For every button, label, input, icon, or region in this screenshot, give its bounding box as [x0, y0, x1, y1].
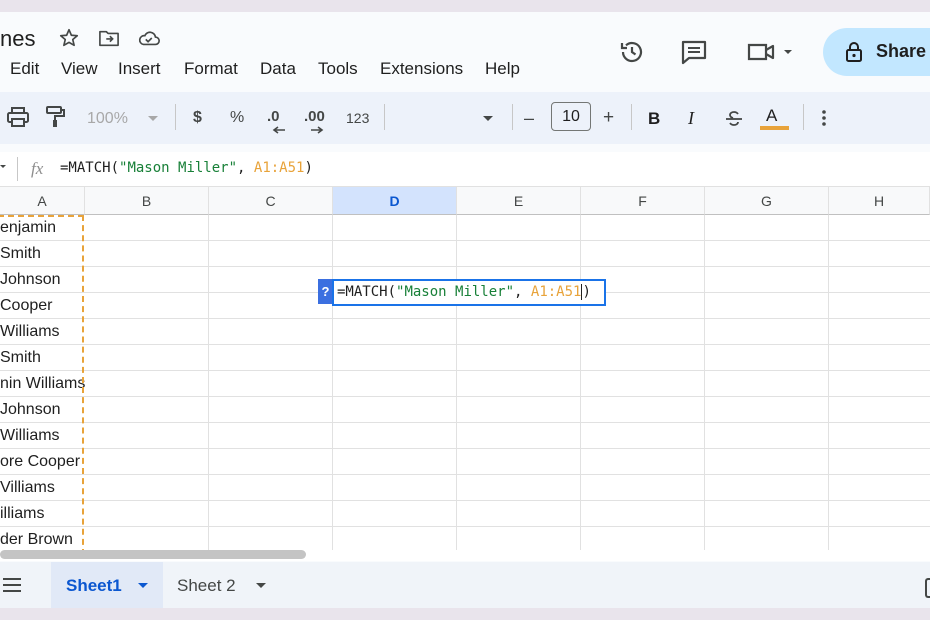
column-header-b[interactable]: B: [85, 187, 209, 215]
editor-range: A1:A51: [530, 284, 582, 300]
sheet-tab-2-caret-icon[interactable]: [255, 582, 267, 590]
menu-view[interactable]: View: [61, 59, 98, 79]
italic-button[interactable]: I: [688, 108, 694, 129]
table-row[interactable]: Smith: [0, 345, 930, 371]
column-header-a[interactable]: A: [0, 187, 85, 215]
editor-comma: ,: [514, 284, 531, 300]
formula-string: "Mason Miller": [119, 160, 238, 176]
menu-edit[interactable]: Edit: [10, 59, 39, 79]
formula-input[interactable]: =MATCH("Mason Miller", A1:A51): [60, 160, 313, 176]
spreadsheet-window: nes Share Edit View Insert Format Data T…: [0, 12, 930, 608]
table-row[interactable]: nin Williams: [0, 371, 930, 397]
sheet-tab-1[interactable]: Sheet1: [51, 562, 163, 608]
zoom-select[interactable]: 100%: [87, 110, 128, 128]
font-select-caret-icon[interactable]: [482, 115, 494, 123]
percent-format-button[interactable]: %: [230, 109, 244, 127]
text-color-button[interactable]: A: [766, 106, 777, 126]
print-icon[interactable]: [6, 106, 30, 128]
column-header-e[interactable]: E: [457, 187, 581, 215]
version-history-icon[interactable]: [618, 38, 646, 66]
comments-icon[interactable]: [680, 39, 708, 65]
column-header-d[interactable]: D: [333, 187, 457, 215]
increase-font-size-button[interactable]: +: [603, 107, 614, 129]
editor-string: "Mason Miller": [396, 284, 515, 300]
table-row[interactable]: Johnson: [0, 397, 930, 423]
doc-title[interactable]: nes: [0, 26, 35, 52]
column-header-c[interactable]: C: [209, 187, 333, 215]
horizontal-scrollbar[interactable]: [0, 550, 306, 559]
decrease-decimal-button[interactable]: .0: [267, 108, 280, 125]
menu-extensions[interactable]: Extensions: [380, 59, 463, 79]
menu-format[interactable]: Format: [184, 59, 238, 79]
more-vert-icon[interactable]: [821, 108, 827, 128]
toolbar-divider: [512, 104, 513, 130]
table-row[interactable]: enjamin: [0, 215, 930, 241]
editor-close: ): [582, 284, 591, 300]
cell-editor[interactable]: =MATCH("Mason Miller", A1:A51): [332, 279, 606, 306]
currency-format-button[interactable]: $: [193, 109, 202, 127]
fx-icon: fx: [31, 159, 44, 178]
cloud-saved-icon[interactable]: [137, 28, 161, 48]
toolbar-divider: [631, 104, 632, 130]
toolbar-divider: [175, 104, 176, 130]
toolbar: [0, 92, 930, 144]
font-size-input[interactable]: 10: [551, 102, 591, 131]
zoom-caret-icon[interactable]: [147, 115, 159, 123]
arrow-right-icon: [310, 126, 324, 134]
column-header-h[interactable]: H: [829, 187, 930, 215]
table-row[interactable]: der Brown: [0, 527, 930, 551]
editor-function: =MATCH(: [337, 284, 397, 300]
table-row[interactable]: Williams: [0, 423, 930, 449]
table-row[interactable]: Williams: [0, 319, 930, 345]
menu-data[interactable]: Data: [260, 59, 296, 79]
table-row[interactable]: Smith: [0, 241, 930, 267]
arrow-left-icon: [272, 126, 286, 134]
share-label: Share: [876, 41, 927, 61]
side-panel-toggle-icon[interactable]: [925, 578, 930, 598]
sheet-tab-1-label: Sheet1: [66, 576, 122, 595]
sheet-tab-1-caret-icon[interactable]: [137, 582, 149, 590]
table-row[interactable]: Villiams: [0, 475, 930, 501]
formula-comma: ,: [237, 160, 254, 176]
range-highlight: [0, 215, 84, 551]
menu-help[interactable]: Help: [485, 59, 520, 79]
bold-button[interactable]: B: [648, 109, 660, 129]
meet-video-icon[interactable]: [746, 40, 796, 64]
table-row[interactable]: ore Cooper: [0, 449, 930, 475]
column-header-f[interactable]: F: [581, 187, 705, 215]
name-box-caret-icon[interactable]: [0, 163, 8, 171]
toolbar-divider: [384, 104, 385, 130]
paint-format-icon[interactable]: [44, 105, 66, 129]
text-color-swatch: [760, 126, 789, 130]
menu-tools[interactable]: Tools: [318, 59, 358, 79]
cell-grid[interactable]: enjamin Smith Johnson Cooper Williams Sm…: [0, 215, 930, 551]
formula-help-button[interactable]: ?: [318, 279, 333, 304]
formula-close: ): [304, 160, 313, 176]
column-header-g[interactable]: G: [705, 187, 829, 215]
more-formats-button[interactable]: 123: [346, 110, 369, 126]
decrease-font-size-button[interactable]: –: [524, 108, 534, 129]
formula-range: A1:A51: [253, 160, 305, 176]
strikethrough-icon[interactable]: [724, 109, 744, 129]
table-row[interactable]: illiams: [0, 501, 930, 527]
all-sheets-icon[interactable]: [2, 578, 22, 592]
toolbar-divider: [803, 104, 804, 130]
menu-insert[interactable]: Insert: [118, 59, 161, 79]
lock-icon: [845, 41, 863, 63]
sheet-tab-2[interactable]: Sheet 2: [163, 562, 281, 608]
sheet-tab-2-label: Sheet 2: [177, 576, 236, 595]
increase-decimal-button[interactable]: .00: [304, 108, 325, 125]
formula-divider: [17, 157, 18, 181]
formula-function: =MATCH(: [60, 160, 120, 176]
star-icon[interactable]: [58, 27, 80, 49]
share-button[interactable]: Share: [823, 28, 930, 76]
move-to-folder-icon[interactable]: [98, 28, 120, 48]
